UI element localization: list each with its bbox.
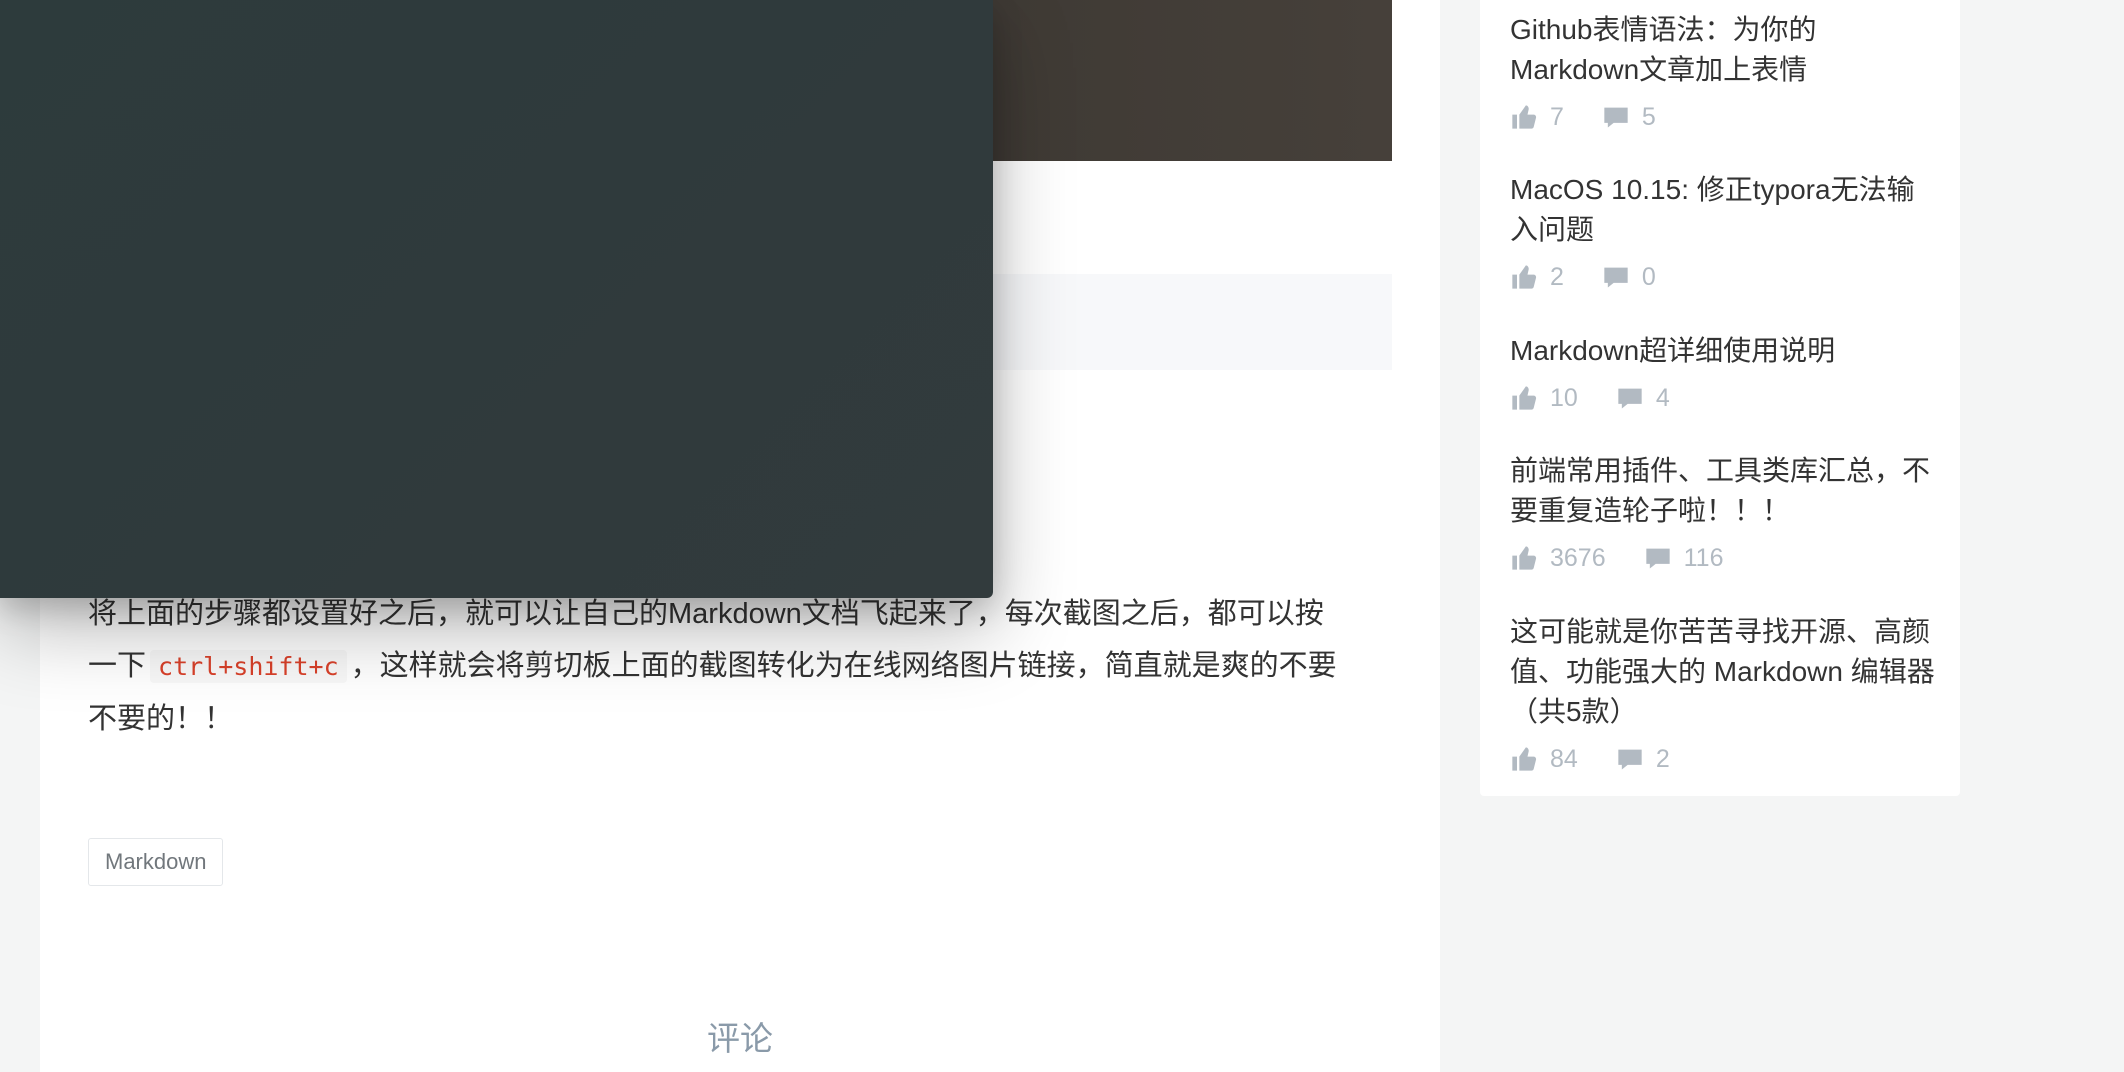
comment-icon [1618,388,1642,409]
related-article-title[interactable]: 这可能就是你苦苦寻找开源、高颜值、功能强大的 Markdown 编辑器（共5款） [1510,612,1940,732]
thumbs-up-icon [1512,265,1537,289]
related-article-meta: 7 5 [1510,96,1940,138]
like-count-value: 7 [1550,102,1564,131]
tag-markdown[interactable]: Markdown [88,838,224,886]
comment-count[interactable]: 5 [1602,103,1656,132]
comment-count-value: 2 [1655,744,1670,773]
related-article-title[interactable]: Github表情语法：为你的Markdown文章加上表情 [1510,10,1940,90]
paragraph-line-2-start: 一下 [88,650,147,682]
comment-count[interactable]: 2 [1616,745,1670,774]
like-count-value: 3676 [1550,543,1606,572]
related-article-title[interactable]: Markdown超详细使用说明 [1510,331,1940,371]
like-count[interactable]: 2 [1510,263,1564,292]
paragraph-line-3: 不要的！！ [88,703,234,735]
comment-count-value: 4 [1655,383,1670,412]
comment-heading: 评论 [707,1020,773,1057]
related-article-meta: 84 2 [1510,738,1940,780]
related-articles-sidebar: Github表情语法：为你的Markdown文章加上表情 7 5 MacOS 1… [1480,0,1960,796]
thumbs-up-icon [1512,386,1537,410]
related-article[interactable]: MacOS 10.15: 修正typora无法输入问题 2 0 [1510,170,1940,298]
paragraph-line-2-end: ，这样就会将剪切板上面的截图转化为在线网络图片链接，简直就是爽的不要 [350,650,1337,682]
overlay-panel [0,0,993,598]
comment-count-value: 5 [1641,102,1656,131]
like-count[interactable]: 3676 [1510,544,1606,573]
comment-icon [1604,107,1628,128]
article-paragraph: 将上面的步骤都设置好之后，就可以让自己的Markdown文档飞起来了，每次截图之… [88,588,1428,745]
paragraph-line-1: 将上面的步骤都设置好之后，就可以让自己的Markdown文档飞起来了，每次截图之… [88,598,1324,630]
related-article-meta: 10 4 [1510,377,1940,419]
comment-count-value: 116 [1683,543,1724,572]
related-article-title[interactable]: 前端常用插件、工具类库汇总，不要重复造轮子啦！！！ [1510,451,1940,531]
like-count-value: 2 [1550,262,1564,291]
comment-icon [1645,548,1670,569]
related-article-meta: 3676 116 [1510,537,1940,579]
comment-count[interactable]: 0 [1602,263,1656,292]
thumbs-up-icon [1512,546,1537,570]
like-count-value: 10 [1550,383,1578,412]
comment-icon [1618,749,1642,770]
related-article[interactable]: 这可能就是你苦苦寻找开源、高颜值、功能强大的 Markdown 编辑器（共5款）… [1510,612,1940,780]
like-count-value: 84 [1550,744,1578,773]
like-count[interactable]: 84 [1510,745,1578,774]
comment-icon [1604,267,1628,288]
thumbs-up-icon [1512,747,1537,771]
related-article[interactable]: Github表情语法：为你的Markdown文章加上表情 7 5 [1510,10,1940,138]
inline-code: ctrl+shift+c [150,650,347,683]
related-article[interactable]: 前端常用插件、工具类库汇总，不要重复造轮子啦！！！ 3676 116 [1510,451,1940,579]
related-article-meta: 2 0 [1510,256,1940,298]
thumbs-up-icon [1512,105,1537,129]
related-article[interactable]: Markdown超详细使用说明 10 4 [1510,331,1940,419]
like-count[interactable]: 10 [1510,384,1578,413]
comment-count[interactable]: 4 [1616,384,1670,413]
related-article-title[interactable]: MacOS 10.15: 修正typora无法输入问题 [1510,170,1940,250]
comment-count-value: 0 [1641,262,1656,291]
like-count[interactable]: 7 [1510,103,1564,132]
comment-count[interactable]: 116 [1644,543,1724,573]
